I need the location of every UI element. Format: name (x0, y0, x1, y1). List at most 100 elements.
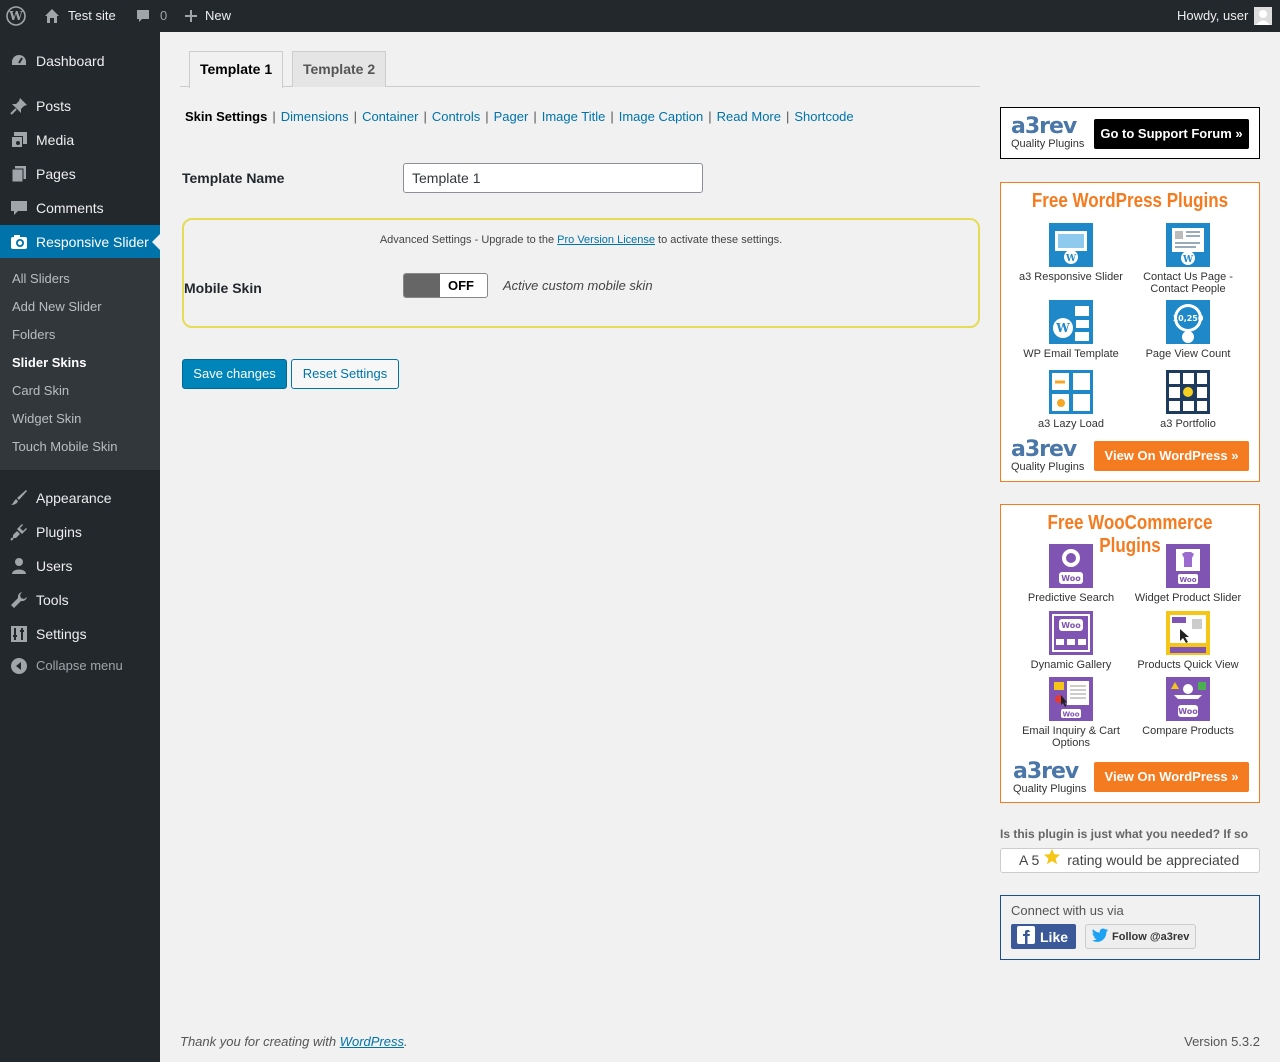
footer-text: Thank you for creating with (180, 1034, 340, 1049)
support-forum-button[interactable]: Go to Support Forum » (1094, 119, 1249, 149)
submenu: All Sliders Add New Slider Folders Slide… (0, 258, 160, 470)
menu-label: Plugins (36, 524, 82, 540)
subnav-image-caption[interactable]: Image Caption (619, 109, 704, 124)
a3rev-logo[interactable]: a3rev Quality Plugins (1011, 439, 1084, 474)
collapse-menu-button[interactable]: Collapse menu (0, 649, 160, 683)
tab-template-2[interactable]: Template 2 (292, 51, 387, 87)
comments-link[interactable]: 0 (135, 0, 167, 32)
twitter-follow-button[interactable]: Follow @a3rev (1085, 924, 1196, 949)
connect-label: Connect with us via (1011, 903, 1124, 918)
submenu-all-sliders[interactable]: All Sliders (12, 269, 70, 289)
svg-text:Woo: Woo (1179, 576, 1196, 584)
menu-label: Comments (36, 200, 104, 216)
menu-item-plugins[interactable]: Plugins (0, 515, 160, 549)
plugin-products-quick-view[interactable]: Products Quick View (1133, 611, 1243, 671)
my-account-link[interactable]: Howdy, user (1177, 0, 1273, 32)
plugin-compare-products[interactable]: Woo Compare Products (1133, 677, 1243, 737)
a3rev-logo[interactable]: a3rev Quality Plugins (1011, 116, 1084, 151)
plugin-name: Compare Products (1142, 725, 1234, 737)
tab-template-1[interactable]: Template 1 (189, 51, 284, 88)
collapse-icon (10, 657, 28, 675)
plugin-wp-email-template[interactable]: W WP Email Template (1016, 300, 1126, 360)
dynamic-gallery-icon: Woo (1049, 611, 1093, 655)
reset-settings-button[interactable]: Reset Settings (291, 359, 399, 389)
subnav-skin-settings[interactable]: Skin Settings (185, 109, 267, 124)
portfolio-icon (1166, 370, 1210, 414)
svg-text:Woo: Woo (1061, 574, 1081, 583)
plugin-email-inquiry-cart-options[interactable]: Woo Email Inquiry & Cart Options (1016, 677, 1126, 749)
view-on-wordpress-button[interactable]: View On WordPress » (1094, 441, 1249, 471)
woocommerce-plugins-box: Free WooCommerce Plugins Woo Predictive … (1000, 504, 1260, 803)
plugin-a3-responsive-slider[interactable]: W a3 Responsive Slider (1016, 223, 1126, 283)
rating-text-start: A 5 (1019, 852, 1040, 868)
predictive-search-icon: Woo (1049, 544, 1093, 588)
new-content-link[interactable]: New (184, 0, 231, 32)
wordpress-logo-icon[interactable]: W (6, 0, 26, 32)
rating-link[interactable]: A 5 rating would be appreciated (1000, 848, 1260, 873)
menu-item-dashboard[interactable]: Dashboard (0, 44, 160, 78)
submenu-folders[interactable]: Folders (12, 325, 55, 345)
menu-item-posts[interactable]: Posts (0, 89, 160, 123)
logo-subtitle: Quality Plugins (1013, 783, 1087, 795)
subnav-pager[interactable]: Pager (494, 109, 529, 124)
menu-item-responsive-slider[interactable]: Responsive Slider (0, 225, 160, 259)
subnav-shortcode[interactable]: Shortcode (794, 109, 853, 124)
menu-item-appearance[interactable]: Appearance (0, 481, 160, 515)
view-on-wordpress-button[interactable]: View On WordPress » (1094, 762, 1249, 792)
pages-icon (10, 165, 28, 183)
view-on-wordpress-label: View On WordPress (1104, 769, 1228, 784)
responsive-slider-icon: W (1049, 223, 1093, 267)
submenu-widget-skin[interactable]: Widget Skin (12, 409, 81, 429)
menu-item-tools[interactable]: Tools (0, 583, 160, 617)
svg-text:W: W (8, 9, 23, 23)
plugin-name: Predictive Search (1027, 592, 1115, 604)
support-box: a3rev Quality Plugins Go to Support Foru… (1000, 107, 1260, 159)
howdy-text: Howdy, user (1177, 8, 1249, 23)
submenu-touch-mobile-skin[interactable]: Touch Mobile Skin (12, 437, 118, 457)
plugin-predictive-search[interactable]: Woo Predictive Search (1016, 544, 1126, 604)
settings-subnav: Skin Settings | Dimensions | Container | Contr… (185, 109, 854, 124)
submenu-add-new-slider[interactable]: Add New Slider (12, 297, 102, 317)
contact-people-icon: W (1166, 223, 1210, 267)
plus-icon (184, 9, 198, 23)
plugin-dynamic-gallery[interactable]: Woo Dynamic Gallery (1016, 611, 1126, 671)
facebook-like-button[interactable]: Like (1011, 924, 1076, 949)
subnav-read-more[interactable]: Read More (717, 109, 781, 124)
pro-note-text-end: to activate these settings. (655, 234, 783, 246)
svg-text:10,250: 10,250 (1173, 314, 1204, 323)
submenu-slider-skins[interactable]: Slider Skins (12, 353, 86, 373)
menu-item-pages[interactable]: Pages (0, 157, 160, 191)
template-name-input[interactable]: Template 1 (403, 163, 703, 193)
comment-icon (10, 199, 28, 217)
subnav-container[interactable]: Container (362, 109, 418, 124)
menu-label: Pages (36, 166, 76, 182)
plugin-widget-product-slider[interactable]: Woo Widget Product Slider (1133, 544, 1243, 604)
site-name-link[interactable]: Test site (44, 0, 116, 32)
new-label: New (205, 8, 232, 23)
plug-icon (10, 523, 28, 541)
plugin-a3-portfolio[interactable]: a3 Portfolio (1133, 370, 1243, 430)
footer-thanks: Thank you for creating with WordPress. (180, 1034, 408, 1049)
plugin-contact-us-page[interactable]: W Contact Us Page - Contact People (1133, 223, 1243, 295)
submenu-card-skin[interactable]: Card Skin (12, 381, 69, 401)
svg-text:W: W (1065, 254, 1077, 264)
svg-text:W: W (1182, 255, 1194, 265)
camera-icon (10, 233, 28, 251)
menu-item-settings[interactable]: Settings (0, 617, 160, 651)
menu-item-media[interactable]: Media (0, 123, 160, 157)
wordpress-link[interactable]: WordPress (340, 1034, 404, 1049)
widget-product-slider-icon: Woo (1166, 544, 1210, 588)
plugin-name: Email Inquiry & Cart Options (1022, 725, 1120, 749)
subnav-dimensions[interactable]: Dimensions (281, 109, 349, 124)
subnav-controls[interactable]: Controls (432, 109, 480, 124)
plugin-a3-lazy-load[interactable]: a3 Lazy Load (1016, 370, 1126, 430)
subnav-image-title[interactable]: Image Title (542, 109, 606, 124)
a3rev-logo[interactable]: a3rev Quality Plugins (1013, 761, 1086, 796)
pro-version-link[interactable]: Pro Version License (557, 234, 655, 246)
mobile-skin-label: Mobile Skin (184, 280, 262, 296)
save-changes-button[interactable]: Save changes (182, 359, 287, 389)
menu-item-users[interactable]: Users (0, 549, 160, 583)
menu-item-comments[interactable]: Comments (0, 191, 160, 225)
mobile-skin-toggle[interactable]: OFF (403, 273, 488, 298)
plugin-page-view-count[interactable]: 10,250 Page View Count (1133, 300, 1243, 360)
